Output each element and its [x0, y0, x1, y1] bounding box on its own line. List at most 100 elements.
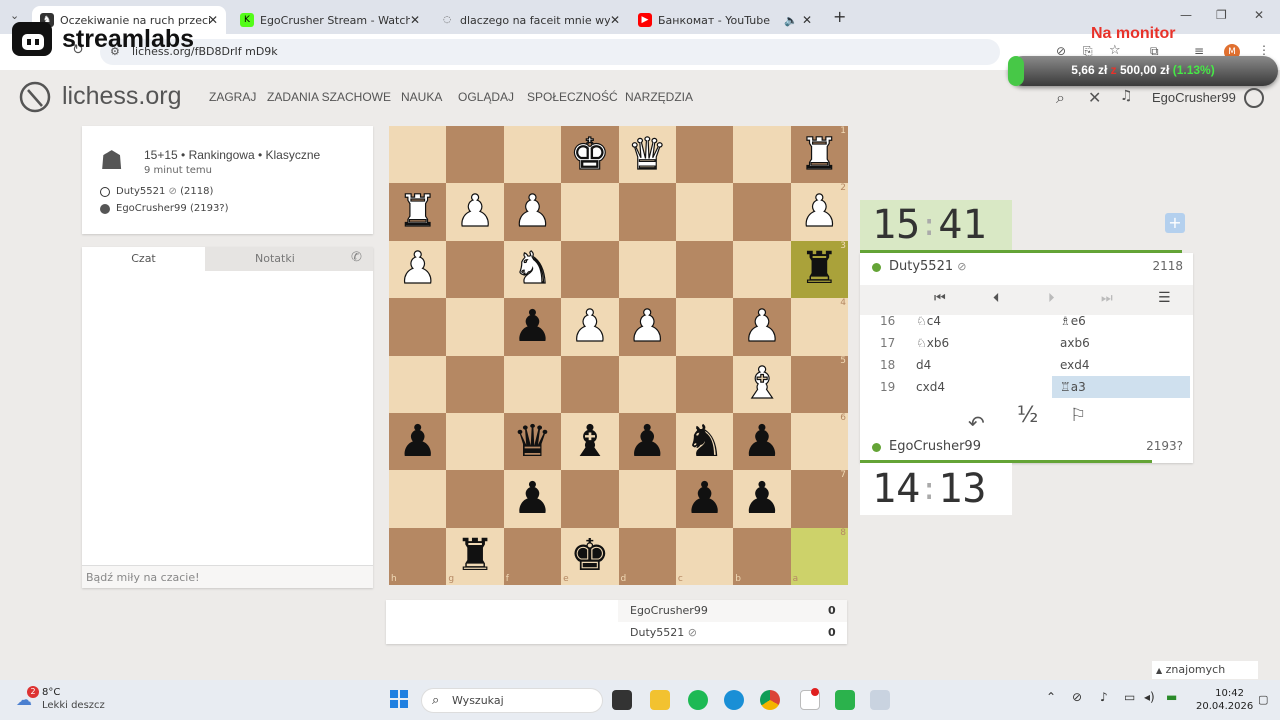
close-window-icon[interactable]: ✕ [1254, 8, 1264, 22]
board-square[interactable]: 6 [790, 412, 848, 471]
board-square[interactable] [446, 298, 504, 356]
white-rook-icon[interactable]: ♜ [799, 132, 840, 177]
prev-move-icon[interactable]: ⏴ [993, 291, 1000, 306]
board-square[interactable] [446, 470, 504, 528]
black-knight-icon[interactable]: ♞ [685, 419, 724, 464]
black-pawn-icon[interactable]: ♟ [685, 476, 724, 521]
board-square[interactable] [446, 355, 504, 413]
white-pawn-icon[interactable]: ♟ [799, 189, 840, 234]
board-square[interactable] [675, 355, 734, 413]
board-square[interactable]: ♞ [503, 240, 562, 299]
board-square[interactable] [561, 183, 619, 241]
white-player-line[interactable]: Duty5521 ⊘ (2118) [116, 186, 213, 197]
url-field[interactable]: ⚙ lichess.org/fBD8DrIf mD9k [100, 39, 1000, 65]
move-row[interactable]: 18 d4 exd4 [860, 354, 1190, 376]
mic-icon[interactable]: ♪ [1100, 690, 1108, 704]
board-square[interactable]: ♟ [618, 298, 676, 356]
board-square[interactable] [446, 240, 504, 299]
board-square[interactable]: ♟ [733, 298, 791, 356]
display-icon[interactable]: ▭ [1124, 690, 1135, 704]
taskbar-search[interactable]: ⌕ Wyszukaj [421, 688, 603, 713]
black-player-line[interactable]: EgoCrusher99 (2193?) [116, 203, 229, 214]
bottom-player-name[interactable]: EgoCrusher99 [889, 439, 981, 454]
board-square[interactable]: ♚ e [561, 527, 619, 585]
battery-icon[interactable]: ▬ [1166, 690, 1177, 704]
board-square[interactable]: ♞ [675, 412, 734, 471]
add-time-icon[interactable]: + [1165, 213, 1185, 233]
current-move[interactable]: ♖a3 [1052, 376, 1190, 398]
black-pawn-icon[interactable]: ♟ [398, 419, 437, 464]
board-square[interactable]: 7 [790, 470, 848, 528]
lichess-logo-icon[interactable] [18, 80, 52, 114]
board-square[interactable]: ♟ [503, 183, 562, 241]
board-square[interactable] [389, 470, 447, 528]
clock-date[interactable]: 20.04.2026 [1196, 701, 1253, 712]
close-tab-icon[interactable]: ✕ [610, 13, 620, 27]
new-tab-icon[interactable]: + [833, 7, 846, 26]
notifications-icon[interactable]: ▢ [1258, 693, 1268, 706]
board-square[interactable] [389, 355, 447, 413]
hamburger-menu-icon[interactable]: ☰ [1158, 290, 1171, 306]
black-pawn-icon[interactable]: ♟ [742, 476, 781, 521]
file-explorer-icon[interactable] [650, 690, 670, 710]
browser-menu-icon[interactable]: ⋮ [1258, 43, 1270, 57]
board-square[interactable] [733, 240, 791, 299]
clock-time[interactable]: 10:42 [1210, 688, 1244, 699]
board-square[interactable] [675, 183, 734, 241]
board-square[interactable] [675, 298, 734, 356]
chrome-icon[interactable] [760, 690, 780, 710]
nav-play[interactable]: ZAGRAJ [209, 90, 256, 104]
bell-icon[interactable]: ♫ [1120, 88, 1133, 104]
user-menu[interactable]: EgoCrusher99 [1152, 90, 1236, 105]
last-move-icon[interactable]: ⏭ [1101, 291, 1113, 306]
resign-flag-icon[interactable]: ⚐ [1070, 405, 1086, 426]
board-square[interactable] [733, 183, 791, 241]
app-icon[interactable] [870, 690, 890, 710]
chess-board[interactable]: ♚ ♛ ♜ 1 ♜ ♟ ♟ ♟ 2 ♟ ♞ ♜ 3 ♟ ♟ ♟ ♟ 4 ♝ 5 ♟ ♛ ♝ ♟ ♞ ♟ 6 ♟ ♟ ♟ 7 h ♜ g f ♚ e d c b… [389, 126, 848, 585]
board-square[interactable]: ♜ 1 [790, 126, 848, 184]
nav-tools[interactable]: NARZĘDZIA [625, 90, 693, 104]
board-square[interactable] [733, 126, 791, 184]
tab-youtube[interactable]: ▶ Банкомат - YouTube 🔈 ✕ [630, 6, 820, 34]
board-square[interactable]: ♜ g [446, 527, 504, 585]
white-queen-icon[interactable]: ♛ [627, 132, 668, 177]
board-square[interactable]: ♜ [389, 183, 447, 241]
nav-learn[interactable]: NAUKA [401, 90, 442, 104]
nav-watch[interactable]: OGLĄDAJ [458, 90, 514, 104]
white-pawn-icon[interactable]: ♟ [569, 304, 610, 349]
site-logo-text[interactable]: lichess.org [62, 82, 182, 111]
board-square[interactable]: b [733, 527, 791, 585]
speaker-icon[interactable]: 🔈 [784, 14, 798, 27]
tab-kick[interactable]: K EgoCrusher Stream - Watch Live ✕ [232, 6, 428, 34]
board-square[interactable]: ♟ [503, 470, 562, 528]
white-pawn-icon[interactable]: ♟ [455, 189, 496, 234]
black-queen-icon[interactable]: ♛ [513, 419, 552, 464]
black-pawn-icon[interactable]: ♟ [513, 476, 552, 521]
white-pawn-icon[interactable]: ♟ [397, 246, 438, 291]
move-row[interactable]: 17 ♘xb6 axb6 [860, 332, 1190, 354]
board-square[interactable] [561, 355, 619, 413]
board-square[interactable] [389, 126, 447, 184]
board-square[interactable] [446, 412, 504, 471]
board-square[interactable]: ♝ [561, 412, 619, 471]
maximize-icon[interactable]: ❐ [1216, 8, 1227, 22]
board-square[interactable]: ♟ [389, 240, 447, 299]
board-square[interactable]: ♝ [733, 355, 791, 413]
board-square[interactable]: ♟ [503, 298, 562, 356]
friends-online-button[interactable]: ▲ znajomych online [1152, 661, 1258, 695]
board-square[interactable] [503, 126, 562, 184]
board-square[interactable] [561, 470, 619, 528]
board-square[interactable]: ♟ [389, 412, 447, 471]
move-row[interactable]: 19 cxd4 ♖a3 [860, 376, 1190, 398]
black-pawn-icon[interactable]: ♟ [742, 419, 781, 464]
black-pawn-icon[interactable]: ♟ [627, 419, 666, 464]
board-square[interactable] [675, 240, 734, 299]
top-player-name[interactable]: Duty5521 ⊘ [889, 259, 966, 274]
board-square[interactable]: ♚ [561, 126, 619, 184]
offer-draw-button[interactable]: ½ [1017, 403, 1038, 428]
board-square[interactable] [618, 355, 676, 413]
takeback-icon[interactable]: ↶ [968, 411, 985, 435]
white-rook-icon[interactable]: ♜ [397, 189, 438, 234]
white-king-icon[interactable]: ♚ [569, 132, 610, 177]
board-square[interactable]: ♟ [618, 412, 676, 471]
